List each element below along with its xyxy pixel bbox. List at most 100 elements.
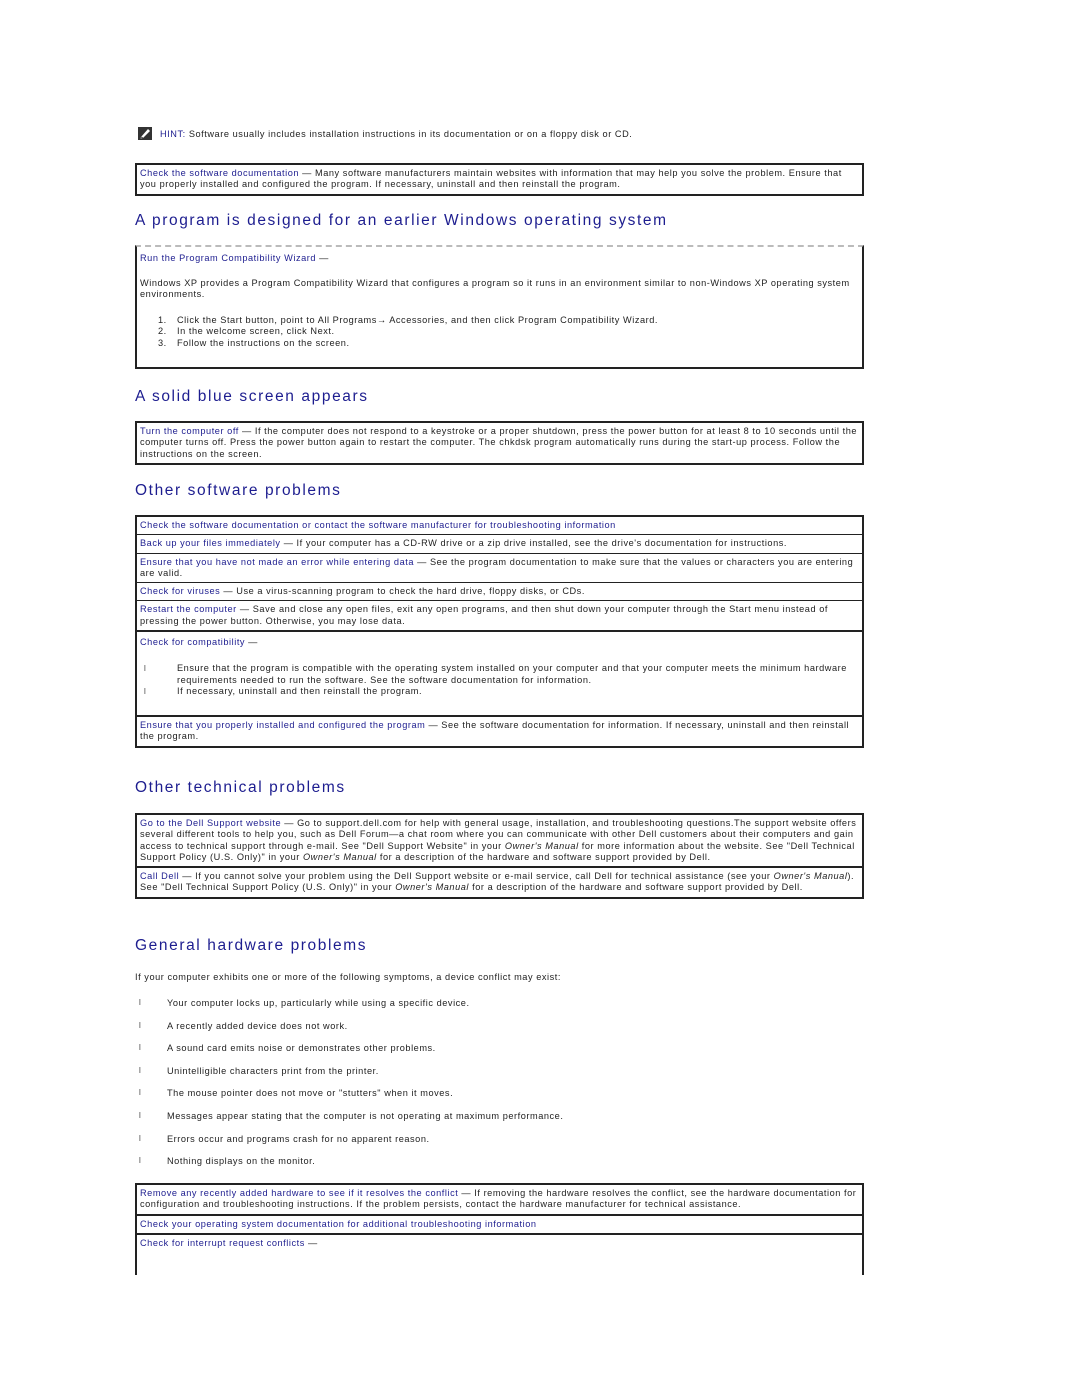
- back-up-files-link[interactable]: Back up your files immediately: [140, 538, 281, 548]
- table-row: Go to the Dell Support website — Go to s…: [137, 815, 862, 866]
- bullet-icon: l: [139, 1043, 142, 1053]
- list-item: l A recently added device does not work.: [135, 1020, 864, 1043]
- other-software-box: Check the software documentation or cont…: [135, 515, 864, 748]
- general-hardware-box: Remove any recently added hardware to se…: [135, 1183, 864, 1275]
- table-row: Call Dell — If you cannot solve your pro…: [137, 866, 862, 897]
- row-text: for a description of the hardware and so…: [376, 851, 711, 862]
- compatibility-wizard-box: Run the Program Compatibility Wizard — W…: [135, 245, 864, 369]
- table-row: Remove any recently added hardware to se…: [137, 1185, 862, 1214]
- remove-hardware-link[interactable]: Remove any recently added hardware to se…: [140, 1188, 458, 1198]
- step-text: In the welcome screen, click Next.: [177, 326, 335, 337]
- hint-label: HINT:: [160, 128, 186, 139]
- item-text: Ensure that the program is compatible wi…: [177, 663, 847, 685]
- heading-general-hardware: General hardware problems: [135, 937, 368, 954]
- owners-manual-ref: Owner's Manual: [773, 871, 848, 882]
- bullet-icon: l: [144, 686, 147, 696]
- properly-installed-link[interactable]: Ensure that you properly installed and c…: [140, 720, 425, 730]
- dash: —: [179, 871, 196, 882]
- table-row: Check for viruses — Use a virus-scanning…: [137, 582, 862, 600]
- heading-blue-screen: A solid blue screen appears: [135, 388, 369, 405]
- item-text: Errors occur and programs crash for no a…: [167, 1133, 430, 1144]
- list-item: 1. Click the Start button, point to All P…: [140, 315, 859, 327]
- dash: —: [238, 426, 255, 436]
- list-item: l The mouse pointer does not move or "stu…: [135, 1087, 864, 1110]
- dell-support-website-link[interactable]: Go to the Dell Support website: [140, 818, 281, 828]
- item-text: Nothing displays on the monitor.: [167, 1156, 316, 1167]
- software-documentation-box: Check the software documentation — Many …: [135, 163, 864, 196]
- table-row: Check your operating system documentatio…: [137, 1213, 862, 1233]
- other-technical-box: Go to the Dell Support website — Go to s…: [135, 813, 864, 899]
- heading-earlier-windows: A program is designed for an earlier Win…: [135, 212, 668, 229]
- table-row: Turn the computer off — If the computer …: [137, 423, 862, 463]
- dash: —: [304, 1237, 318, 1248]
- item-text: The mouse pointer does not move or "stut…: [167, 1088, 454, 1099]
- contact-manufacturer-link[interactable]: Check the software documentation or cont…: [140, 520, 616, 530]
- interrupt-request-link[interactable]: Check for interrupt request conflicts: [140, 1238, 305, 1248]
- table-row: Run the Program Compatibility Wizard — W…: [137, 247, 862, 353]
- table-row: Ensure that you have not made an error w…: [137, 552, 862, 583]
- table-row: Check the software documentation or cont…: [137, 517, 862, 534]
- call-dell-link[interactable]: Call Dell: [140, 871, 179, 881]
- item-text: Messages appear stating that the compute…: [167, 1110, 564, 1121]
- dash: —: [281, 818, 298, 828]
- run-compatibility-wizard-link[interactable]: Run the Program Compatibility Wizard: [140, 253, 316, 263]
- restart-computer-link[interactable]: Restart the computer: [140, 604, 237, 614]
- dash: —: [220, 586, 237, 597]
- owners-manual-ref: Owner's Manual: [302, 851, 377, 862]
- bullet-icon: l: [139, 1065, 142, 1075]
- step-text: Follow the instructions on the screen.: [177, 337, 350, 348]
- bullet-icon: l: [139, 1020, 142, 1030]
- table-row: Check the software documentation — Many …: [137, 165, 862, 194]
- wizard-steps: 1. Click the Start button, point to All P…: [140, 315, 859, 350]
- pencil-note-icon: [138, 127, 152, 140]
- list-item: l If necessary, uninstall and then reinst…: [140, 686, 859, 697]
- owners-manual-ref: Owner's Manual: [504, 840, 579, 851]
- bullet-icon: l: [139, 1088, 142, 1098]
- bullet-icon: l: [144, 664, 147, 674]
- check-compatibility-link[interactable]: Check for compatibility: [140, 637, 245, 647]
- blue-screen-box: Turn the computer off — If the computer …: [135, 421, 864, 465]
- dash: —: [236, 604, 253, 615]
- row-text: If your computer has a CD-RW drive or a …: [296, 538, 787, 549]
- os-documentation-link[interactable]: Check your operating system documentatio…: [140, 1219, 537, 1229]
- table-row: Restart the computer — Save and close an…: [137, 600, 862, 630]
- dash: —: [299, 168, 316, 178]
- owners-manual-ref: Owner's Manual: [395, 882, 469, 893]
- bullet-icon: l: [139, 1133, 142, 1143]
- list-item: l A sound card emits noise or demonstrate…: [135, 1042, 864, 1065]
- heading-other-software: Other software problems: [135, 482, 342, 499]
- list-item: l Errors occur and programs crash for no …: [135, 1133, 864, 1156]
- row-text: Use a virus-scanning program to check th…: [236, 586, 585, 597]
- step-text: Click the Start button, point to All Pro…: [177, 314, 659, 325]
- list-item: l Your computer locks up, particularly wh…: [135, 997, 864, 1020]
- symptom-list: l Your computer locks up, particularly wh…: [135, 997, 864, 1178]
- row-text: If you cannot solve your problem using t…: [195, 871, 774, 882]
- check-software-documentation-link[interactable]: Check the software documentation: [140, 168, 299, 178]
- table-row: Check for compatibility — l Ensure that t…: [137, 630, 862, 715]
- turn-computer-off-link[interactable]: Turn the computer off: [140, 426, 239, 436]
- heading-other-technical: Other technical problems: [135, 779, 346, 796]
- item-text: If necessary, uninstall and then reinsta…: [177, 685, 423, 696]
- step-number: 3.: [158, 337, 167, 348]
- list-item: l Unintelligible characters print from th…: [135, 1065, 864, 1088]
- hint-note: HINT: Software usually includes installa…: [138, 127, 632, 140]
- check-viruses-link[interactable]: Check for viruses: [140, 586, 220, 596]
- table-row: Check for interrupt request conflicts —: [137, 1232, 862, 1252]
- row-text: for a description of the hardware and so…: [469, 882, 803, 893]
- item-text: Unintelligible characters print from the…: [167, 1065, 379, 1076]
- list-item: l Nothing displays on the monitor.: [135, 1155, 864, 1178]
- item-text: A recently added device does not work.: [167, 1020, 348, 1031]
- bullet-icon: l: [139, 1110, 142, 1120]
- dash: —: [458, 1188, 475, 1198]
- compatibility-list: l Ensure that the program is compatible w…: [140, 663, 859, 697]
- entering-data-link[interactable]: Ensure that you have not made an error w…: [140, 557, 414, 567]
- hint-text: Software usually includes installation i…: [185, 128, 633, 139]
- dash: —: [414, 556, 430, 567]
- item-text: Your computer locks up, particularly whi…: [167, 998, 470, 1008]
- step-number: 1.: [158, 314, 167, 325]
- list-item: l Ensure that the program is compatible w…: [140, 663, 859, 686]
- table-row: Ensure that you properly installed and c…: [137, 715, 862, 746]
- bullet-icon: l: [139, 1156, 142, 1166]
- list-item: 2. In the welcome screen, click Next.: [140, 326, 859, 338]
- wizard-paragraph: Windows XP provides a Program Compatibil…: [140, 278, 850, 300]
